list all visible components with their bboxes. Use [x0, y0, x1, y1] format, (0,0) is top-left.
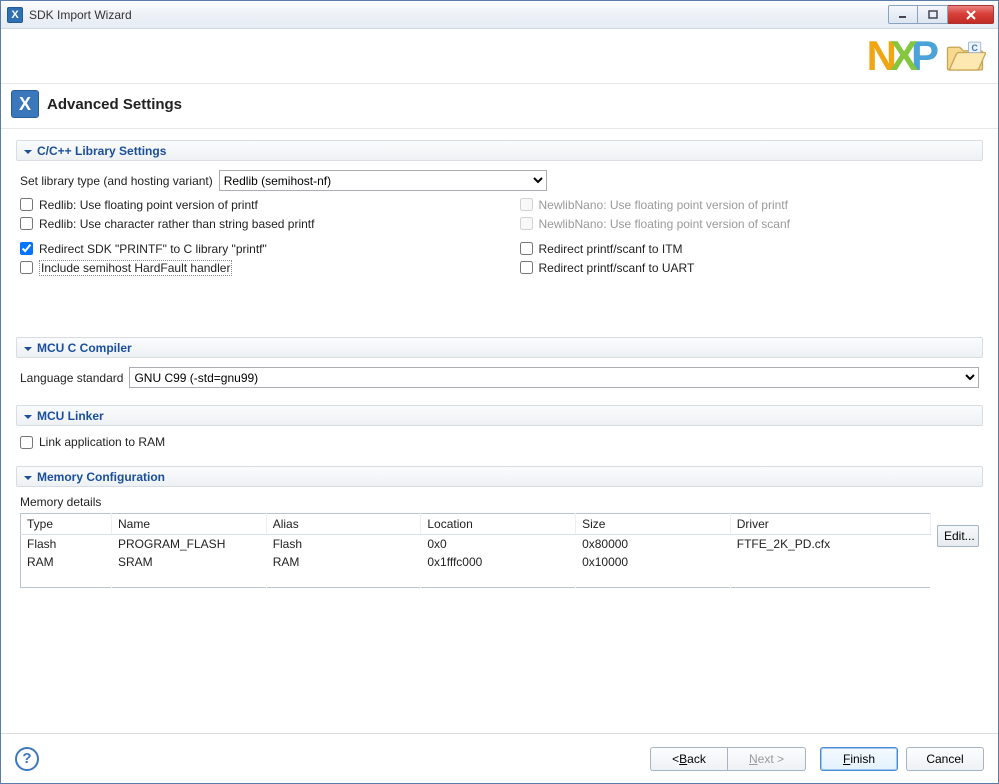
cancel-button[interactable]: Cancel	[906, 747, 984, 771]
checkbox-redlib-char-printf[interactable]	[20, 217, 33, 230]
close-icon	[965, 10, 977, 20]
col-size[interactable]: Size	[576, 514, 731, 535]
maximize-icon	[928, 10, 938, 20]
checkbox-newlibnano-float-printf	[520, 198, 533, 211]
library-type-select[interactable]: Redlib (semihost-nf)	[219, 170, 547, 191]
memory-details-label: Memory details	[20, 495, 931, 509]
memory-table[interactable]: Type Name Alias Location Size Driver	[20, 513, 931, 588]
window-title: SDK Import Wizard	[29, 8, 888, 22]
check-include-semihost-handler[interactable]: Include semihost HardFault handler	[20, 258, 480, 277]
check-newlibnano-float-scanf: NewlibNano: Use floating point version o…	[520, 214, 980, 233]
checkbox-include-semihost-handler[interactable]	[20, 261, 33, 274]
section-body-memory: Memory details Type Name Alias Location …	[16, 487, 983, 596]
table-row[interactable]: Flash PROGRAM_FLASH Flash 0x0 0x80000 FT…	[21, 535, 931, 554]
footer: ? < Back Next > Finish Cancel	[1, 733, 998, 783]
titlebar: X SDK Import Wizard	[1, 1, 998, 29]
col-name[interactable]: Name	[112, 514, 267, 535]
col-type[interactable]: Type	[21, 514, 112, 535]
check-redirect-uart[interactable]: Redirect printf/scanf to UART	[520, 258, 980, 277]
content-area: C/C++ Library Settings Set library type …	[1, 129, 998, 733]
edit-memory-button[interactable]: Edit...	[937, 525, 979, 547]
next-button: Next >	[728, 747, 806, 771]
banner: N X P C	[1, 29, 998, 84]
section-memory-config: Memory Configuration Memory details Type…	[15, 465, 984, 597]
check-redlib-float-printf[interactable]: Redlib: Use floating point version of pr…	[20, 195, 480, 214]
col-alias[interactable]: Alias	[266, 514, 421, 535]
wizard-window: X SDK Import Wizard N X P C	[0, 0, 999, 784]
check-redlib-char-printf[interactable]: Redlib: Use character rather than string…	[20, 214, 480, 233]
minimize-icon	[898, 11, 908, 19]
check-newlibnano-float-printf: NewlibNano: Use floating point version o…	[520, 195, 980, 214]
col-location[interactable]: Location	[421, 514, 576, 535]
section-title-compiler: MCU C Compiler	[37, 341, 132, 355]
check-link-to-ram[interactable]: Link application to RAM	[20, 432, 979, 452]
section-header-memory[interactable]: Memory Configuration	[16, 466, 983, 487]
checkbox-redirect-itm[interactable]	[520, 242, 533, 255]
header-strip: X Advanced Settings	[1, 84, 998, 129]
section-mcu-linker: MCU Linker Link application to RAM	[15, 404, 984, 461]
label-set-library-type: Set library type (and hosting variant)	[20, 174, 213, 188]
chevron-down-icon	[23, 472, 33, 482]
section-header-library[interactable]: C/C++ Library Settings	[16, 140, 983, 161]
section-mcu-compiler: MCU C Compiler Language standard GNU C99…	[15, 336, 984, 400]
check-redirect-sdk-printf[interactable]: Redirect SDK "PRINTF" to C library "prin…	[20, 239, 480, 258]
section-title-library: C/C++ Library Settings	[37, 144, 166, 158]
svg-text:C: C	[971, 43, 978, 53]
finish-button[interactable]: Finish	[820, 747, 898, 771]
back-button[interactable]: < Back	[650, 747, 728, 771]
section-header-linker[interactable]: MCU Linker	[16, 405, 983, 426]
chevron-down-icon	[23, 146, 33, 156]
app-icon: X	[7, 7, 23, 23]
chevron-down-icon	[23, 343, 33, 353]
page-title: Advanced Settings	[47, 96, 182, 113]
header-icon: X	[11, 90, 39, 118]
label-language-standard: Language standard	[20, 371, 123, 385]
checkbox-redirect-sdk-printf[interactable]	[20, 242, 33, 255]
table-row[interactable]: RAM SRAM RAM 0x1fffc000 0x10000	[21, 553, 931, 588]
chevron-down-icon	[23, 411, 33, 421]
check-redirect-itm[interactable]: Redirect printf/scanf to ITM	[520, 239, 980, 258]
section-body-library: Set library type (and hosting variant) R…	[16, 161, 983, 285]
table-header-row: Type Name Alias Location Size Driver	[21, 514, 931, 535]
window-controls	[888, 5, 994, 24]
minimize-button[interactable]	[888, 5, 918, 24]
checkbox-redlib-float-printf[interactable]	[20, 198, 33, 211]
section-library-settings: C/C++ Library Settings Set library type …	[15, 139, 984, 286]
close-button[interactable]	[948, 5, 994, 24]
help-icon[interactable]: ?	[15, 747, 39, 771]
section-body-linker: Link application to RAM	[16, 426, 983, 460]
col-driver[interactable]: Driver	[730, 514, 930, 535]
section-header-compiler[interactable]: MCU C Compiler	[16, 337, 983, 358]
maximize-button[interactable]	[918, 5, 948, 24]
folder-icon: C	[944, 38, 986, 74]
checkbox-link-to-ram[interactable]	[20, 436, 33, 449]
nxp-logo: N X P	[867, 32, 936, 80]
language-standard-select[interactable]: GNU C99 (-std=gnu99)	[129, 367, 979, 388]
checkbox-newlibnano-float-scanf	[520, 217, 533, 230]
checkbox-redirect-uart[interactable]	[520, 261, 533, 274]
section-title-linker: MCU Linker	[37, 409, 104, 423]
section-body-compiler: Language standard GNU C99 (-std=gnu99)	[16, 358, 983, 399]
section-title-memory: Memory Configuration	[37, 470, 165, 484]
